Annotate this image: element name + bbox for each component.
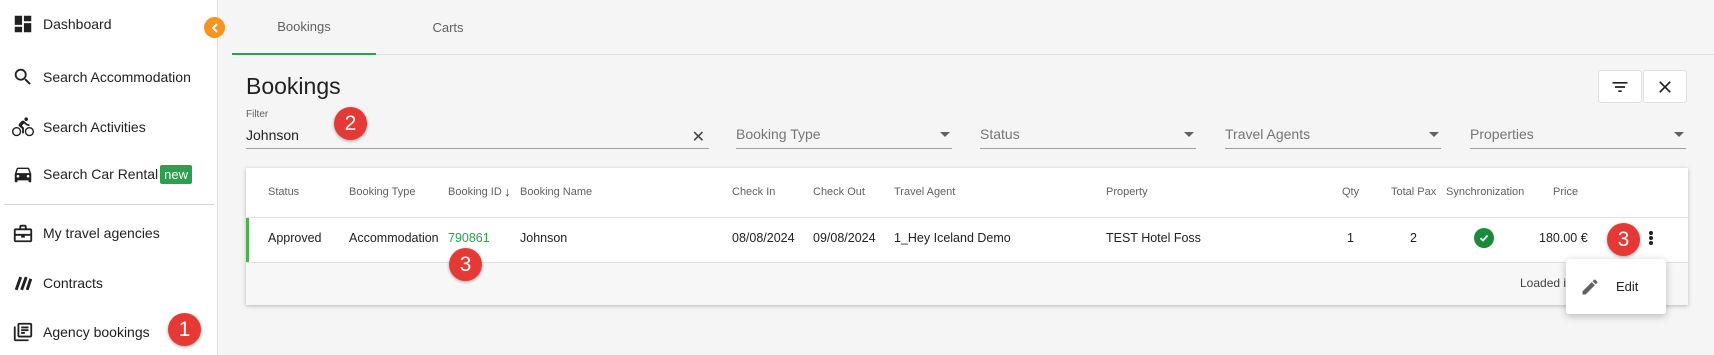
column-header-price[interactable]: Price xyxy=(1553,186,1578,198)
filter-button[interactable] xyxy=(1598,70,1642,103)
edit-menu-item[interactable]: Edit xyxy=(1566,259,1666,314)
filter-list-icon xyxy=(1612,81,1628,92)
column-header-check-in[interactable]: Check In xyxy=(732,186,775,198)
step-marker: 3 xyxy=(449,248,482,281)
cell-travel-agent: 1_Hey Iceland Demo xyxy=(894,231,1011,245)
sidebar-divider xyxy=(4,204,214,205)
step-marker: 3 xyxy=(1607,223,1640,256)
bookings-table: Status Booking Type Booking ID ↓ Booking… xyxy=(246,168,1688,305)
step-marker: 2 xyxy=(334,107,367,140)
sidebar-item-search-accommodation[interactable]: Search Accommodation xyxy=(0,55,217,99)
dropdown-arrow-icon xyxy=(940,132,950,137)
column-header-booking-id[interactable]: Booking ID xyxy=(448,186,502,198)
column-header-synchronization[interactable]: Synchronization xyxy=(1446,186,1524,198)
dropdown-arrow-icon xyxy=(1429,132,1439,137)
pencil-icon xyxy=(1582,278,1598,294)
loaded-text: Loaded i xyxy=(1520,276,1567,290)
more-vert-icon[interactable] xyxy=(1644,226,1658,250)
collapse-sidebar-button[interactable] xyxy=(204,17,225,38)
sort-arrow-icon[interactable]: ↓ xyxy=(504,184,511,199)
cell-price: 180.00 € xyxy=(1539,231,1588,245)
cell-qty: 1 xyxy=(1347,231,1354,245)
column-header-travel-agent[interactable]: Travel Agent xyxy=(894,186,955,198)
sidebar-item-label: Search Activities xyxy=(43,119,146,135)
sidebar-item-my-travel-agencies[interactable]: My travel agencies xyxy=(0,211,217,255)
cell-property: TEST Hotel Foss xyxy=(1106,231,1201,245)
sidebar-item-contracts[interactable]: Contracts xyxy=(0,261,217,305)
cell-check-in: 08/08/2024 xyxy=(732,231,795,245)
clear-icon[interactable]: ✕ xyxy=(692,127,705,147)
tab-bar: Bookings Carts xyxy=(232,0,1714,55)
new-badge: new xyxy=(160,164,193,184)
column-header-booking-name[interactable]: Booking Name xyxy=(520,186,592,198)
sidebar-item-label: Search Car Rental xyxy=(43,166,159,182)
booking-id-link[interactable]: 790861 xyxy=(448,231,490,245)
car-icon xyxy=(12,163,34,185)
tab-bookings[interactable]: Bookings xyxy=(232,0,376,55)
filter-input[interactable] xyxy=(246,127,686,143)
page-title: Bookings xyxy=(246,73,341,99)
step-marker: 1 xyxy=(168,313,201,346)
column-header-booking-type[interactable]: Booking Type xyxy=(349,186,415,198)
sidebar-item-label: Search Accommodation xyxy=(43,69,191,85)
column-header-qty[interactable]: Qty xyxy=(1342,186,1359,198)
dropdown-arrow-icon xyxy=(1184,132,1194,137)
column-header-property[interactable]: Property xyxy=(1106,186,1148,198)
sidebar-item-label: My travel agencies xyxy=(43,225,160,241)
column-header-status[interactable]: Status xyxy=(268,186,299,198)
column-header-total-pax[interactable]: Total Pax xyxy=(1391,186,1436,198)
sidebar-item-dashboard[interactable]: Dashboard xyxy=(0,2,217,46)
bicycle-icon xyxy=(12,116,34,138)
close-icon xyxy=(1659,80,1671,93)
cell-total-pax: 2 xyxy=(1410,231,1417,245)
properties-placeholder: Properties xyxy=(1470,126,1534,142)
briefcase-icon xyxy=(12,222,34,244)
column-header-check-out[interactable]: Check Out xyxy=(813,186,865,198)
filter-field: Filter ✕ xyxy=(246,105,709,149)
cell-status: Approved xyxy=(268,231,322,245)
cell-booking-type: Accommodation xyxy=(349,231,439,245)
sidebar-item-label: Dashboard xyxy=(43,16,112,32)
status-select[interactable]: Status xyxy=(980,105,1196,149)
bookings-icon xyxy=(12,321,34,343)
booking-type-select[interactable]: Booking Type xyxy=(736,105,952,149)
synced-check-icon xyxy=(1474,228,1494,248)
cell-booking-name: Johnson xyxy=(520,231,568,245)
search-icon xyxy=(12,66,34,88)
contracts-icon xyxy=(12,272,34,294)
sidebar-item-label: Agency bookings xyxy=(43,324,150,340)
clear-filters-button[interactable] xyxy=(1643,70,1687,103)
sidebar-item-search-car-rental[interactable]: Search Car Rental new xyxy=(0,152,217,196)
properties-select[interactable]: Properties xyxy=(1470,105,1686,149)
cell-check-out: 09/08/2024 xyxy=(813,231,876,245)
sidebar-item-search-activities[interactable]: Search Activities xyxy=(0,105,217,149)
edit-label: Edit xyxy=(1616,279,1639,294)
travel-agents-placeholder: Travel Agents xyxy=(1225,126,1311,142)
tab-carts[interactable]: Carts xyxy=(376,0,520,55)
sidebar-item-label: Contracts xyxy=(43,275,103,291)
chevron-left-icon xyxy=(211,22,218,33)
travel-agents-select[interactable]: Travel Agents xyxy=(1225,105,1441,149)
filter-label: Filter xyxy=(246,109,269,120)
dashboard-icon xyxy=(12,13,34,35)
booking-type-placeholder: Booking Type xyxy=(736,126,821,142)
status-placeholder: Status xyxy=(980,126,1020,142)
sidebar: Dashboard Search Accommodation Search Ac… xyxy=(0,0,218,355)
dropdown-arrow-icon xyxy=(1674,132,1684,137)
row-actions-menu: Edit xyxy=(1566,259,1666,314)
